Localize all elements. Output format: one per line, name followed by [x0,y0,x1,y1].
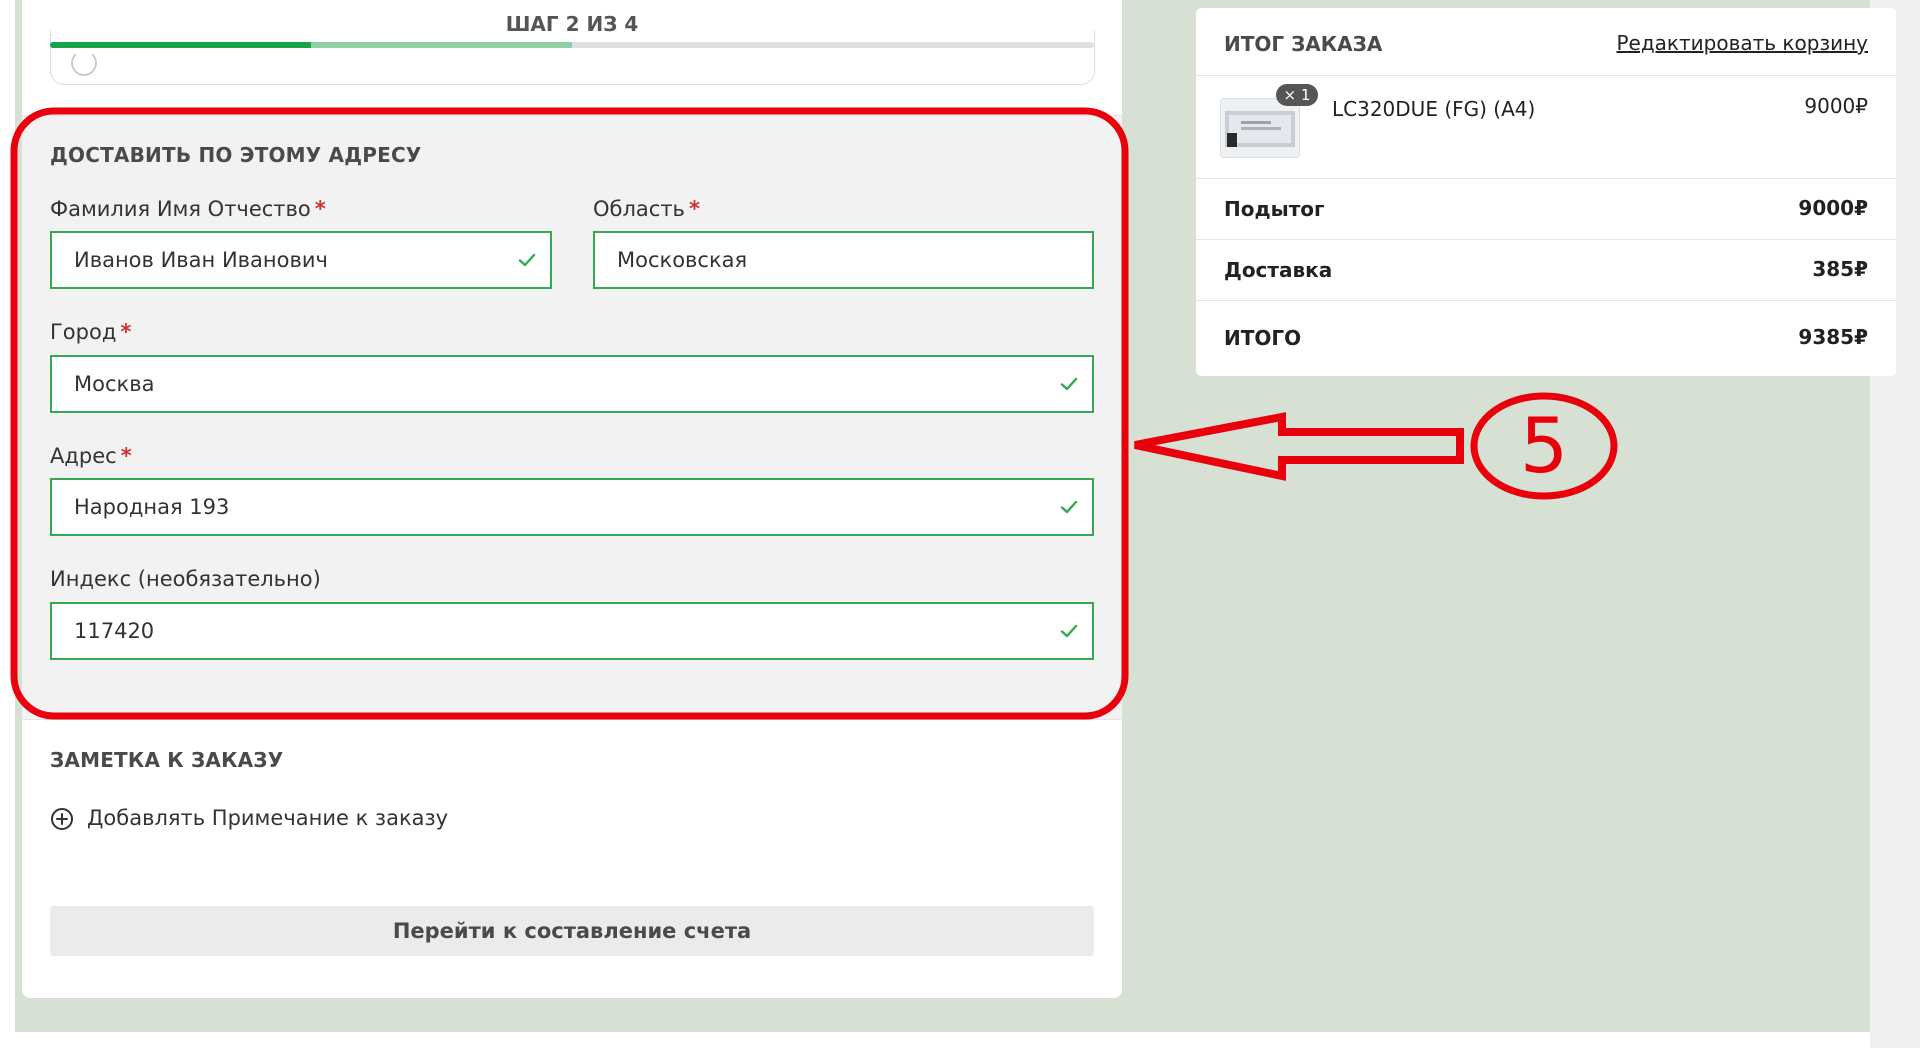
address-field[interactable]: Народная 193 [50,478,1094,536]
city-value: Москва [74,372,155,396]
divider [1196,75,1896,76]
progress-step-current [311,42,572,48]
plus-circle-icon [51,808,73,830]
region-label: Область * [593,197,700,221]
city-label: Город * [50,320,132,344]
postcode-field[interactable]: 117420 [50,602,1094,660]
region-field[interactable]: Московская [593,231,1094,289]
total-value: 9385₽ [1798,325,1868,349]
region-value: Московская [617,248,748,272]
previous-shipping-option[interactable] [50,30,1095,85]
check-icon [518,253,536,267]
divider [1196,178,1896,179]
product-price: 9000₽ [1804,94,1868,118]
required-mark: * [120,320,132,344]
order-summary-title: ИТОГ ЗАКАЗА [1224,32,1383,56]
edit-cart-link[interactable]: Редактировать корзину [1616,31,1868,55]
check-icon [1060,500,1078,514]
check-icon [1060,377,1078,391]
shipping-label: Доставка [1224,258,1333,282]
divider [22,115,1122,116]
order-summary-card: ИТОГ ЗАКАЗА Редактировать корзину × 1 LC… [1196,8,1896,376]
subtotal-value: 9000₽ [1798,196,1868,220]
checkout-progress-bar [50,42,1094,48]
product-thumbnail [1220,98,1300,158]
product-name: LC320DUE (FG) (A4) [1332,97,1536,121]
address-value: Народная 193 [74,495,230,519]
divider [1196,239,1896,240]
required-mark: * [688,197,700,221]
total-label: ИТОГО [1224,326,1302,350]
shipping-value: 385₽ [1812,257,1868,281]
full-name-label: Фамилия Имя Отчество * [50,197,326,221]
required-mark: * [120,444,132,468]
divider [22,719,1122,720]
full-name-value: Иванов Иван Иванович [74,248,328,272]
product-image-icon [1221,99,1299,157]
postcode-value: 117420 [74,619,155,643]
progress-step-complete [50,42,311,48]
city-field[interactable]: Москва [50,355,1094,413]
order-note-heading: ЗАМЕТКА К ЗАКАЗУ [50,748,284,772]
divider [1196,300,1896,301]
address-section-heading: ДОСТАВИТЬ ПО ЭТОМУ АДРЕСУ [50,143,422,167]
address-label: Адрес * [50,444,132,468]
postcode-label: Индекс (необязательно) [50,567,321,591]
required-mark: * [314,197,326,221]
radio-button[interactable] [71,50,97,76]
check-icon [1060,624,1078,638]
add-order-note-label: Добавлять Примечание к заказу [87,806,449,830]
quantity-badge: × 1 [1276,84,1318,106]
full-name-field[interactable]: Иванов Иван Иванович [50,231,552,289]
step-indicator: ШАГ 2 ИЗ 4 [505,12,639,36]
subtotal-label: Подытог [1224,197,1325,221]
proceed-to-invoice-button[interactable]: Перейти к составление счета [50,906,1094,956]
